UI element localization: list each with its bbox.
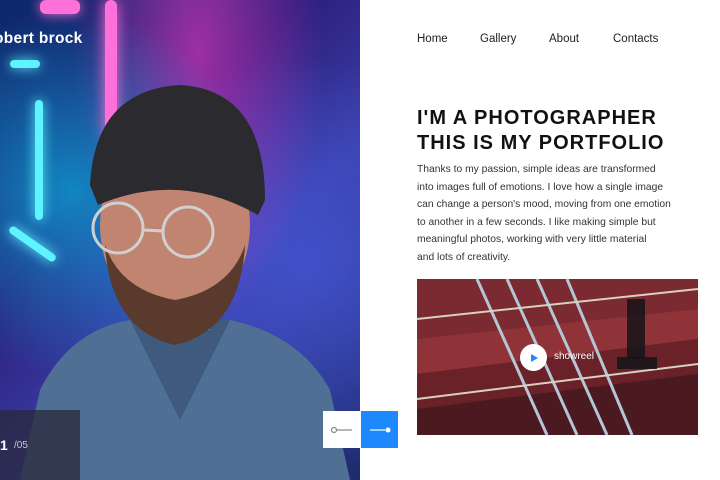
bio-line: Thanks to my passion, simple ideas are t… xyxy=(417,164,656,175)
showreel-label: showreel xyxy=(554,351,595,362)
slide-current: 1 xyxy=(0,437,8,453)
next-slide-button[interactable] xyxy=(361,411,398,448)
bio-line: meaningful photos, working with very lit… xyxy=(417,234,647,245)
portrait-figure xyxy=(20,85,350,480)
arrow-left-icon xyxy=(330,426,352,433)
nav-gallery[interactable]: Gallery xyxy=(480,33,516,45)
bio-line: and lots of creativity. xyxy=(417,251,511,263)
nav-home[interactable]: Home xyxy=(417,33,448,45)
page-headline: I'M A PHOTOGRAPHER THIS IS MY PORTFOLIO xyxy=(417,106,664,156)
play-button[interactable] xyxy=(520,344,547,371)
arrow-right-icon xyxy=(369,427,390,432)
brand-name[interactable]: obert brock xyxy=(0,30,83,48)
bio-line: can change a person's mood, moving from … xyxy=(417,199,671,210)
nav-about[interactable]: About xyxy=(549,33,579,45)
slide-counter: 1 /05 xyxy=(0,410,80,480)
bio-paragraph: Thanks to my passion, simple ideas are t… xyxy=(417,161,707,266)
headline-line-1: I'M A PHOTOGRAPHER xyxy=(417,107,657,129)
bio-line: into images full of emotions. I love how… xyxy=(417,181,664,193)
bio-line: to another in a few seconds. I like maki… xyxy=(417,216,656,228)
headline-line-2: THIS IS MY PORTFOLIO xyxy=(417,132,665,154)
showreel-video[interactable]: showreel xyxy=(417,279,698,435)
prev-slide-button[interactable] xyxy=(323,411,360,448)
play-icon xyxy=(530,353,538,362)
nav-contacts[interactable]: Contacts xyxy=(613,33,658,45)
slide-total: /05 xyxy=(14,440,28,451)
hero-photo: obert brock 1 /05 xyxy=(0,0,360,480)
